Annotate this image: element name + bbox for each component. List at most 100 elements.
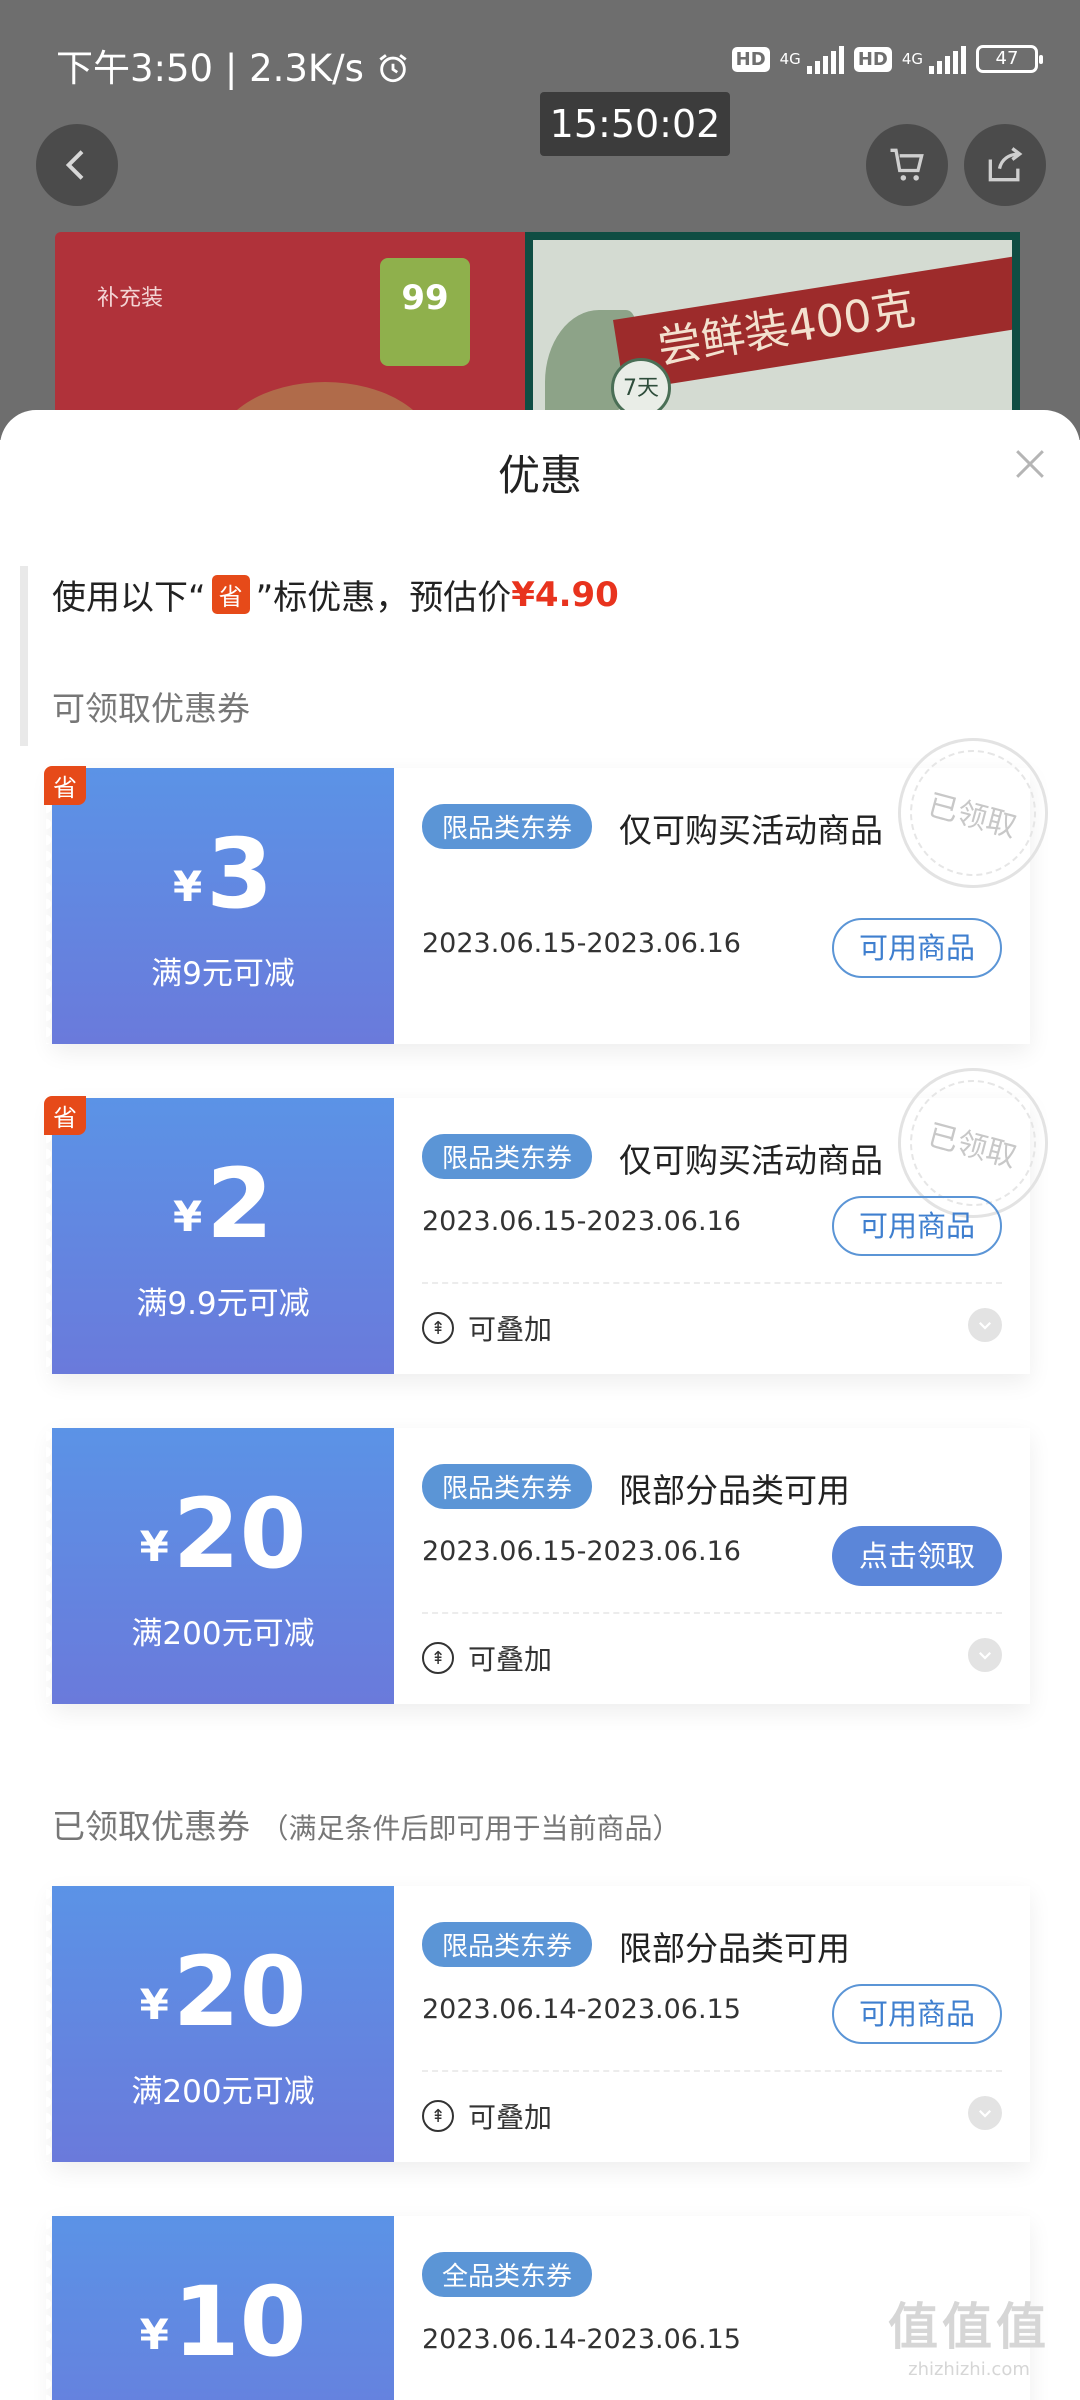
currency-symbol: ¥ [139, 1980, 169, 2029]
estimated-price: ¥4.90 [511, 574, 619, 615]
watermark-url: zhizhizhi.com [908, 2359, 1030, 2380]
chevron-down-icon [978, 2109, 992, 2118]
network-label: 4G [779, 50, 801, 68]
coupon-amount: ¥3 [52, 824, 394, 924]
sheng-corner-badge: 省 [44, 766, 86, 805]
coupon-card: 省 ¥2 满9.9元可减 已领取 限品类东券 仅可购买活动商品 2023.06.… [44, 1051, 1065, 1374]
sheet-title: 优惠 [497, 451, 582, 500]
coupon-type-tag: 全品类东券 [422, 2252, 593, 2297]
coupon-condition: 满200元可减 [131, 1616, 315, 1652]
hint-prefix: 使用以下“ [52, 578, 206, 618]
share-icon [988, 147, 1023, 182]
coupon-amount: ¥10 [52, 2272, 394, 2372]
view-products-button[interactable]: 可用商品 [832, 1984, 1002, 2044]
section-title-claimed: 已领取优惠券 （满足条件后即可用于当前商品） [52, 1800, 681, 1848]
coupon-divider [422, 2070, 1002, 2072]
coupon-value-panel: ¥10 [46, 2216, 394, 2400]
section-note: （满足条件后即可用于当前商品） [260, 1812, 681, 1845]
stack-icon: ⇞ [422, 1642, 454, 1674]
coupon-date: 2023.06.14-2023.06.15 [422, 2324, 741, 2355]
coupon-amount: ¥20 [52, 1484, 394, 1584]
claim-coupon-button[interactable]: 点击领取 [832, 1526, 1002, 1586]
coupon-value-panel: ¥20 满200元可减 [46, 1886, 394, 2162]
close-icon[interactable] [1008, 442, 1052, 486]
coupon-divider [422, 1612, 1002, 1614]
coupon-date: 2023.06.15-2023.06.16 [422, 1536, 741, 1567]
coupon-amount-value: 10 [172, 2266, 307, 2378]
coupon-description: 仅可购买活动商品 [619, 811, 883, 850]
alarm-icon [379, 54, 407, 83]
coupon-info: 已领取 限品类东券 仅可购买活动商品 2023.06.15-2023.06.16… [394, 1051, 1065, 1374]
coupon-description: 限部分品类可用 [619, 1471, 850, 1510]
currency-symbol: ¥ [139, 2310, 169, 2359]
product-ribbon: 尝鲜装400克 [613, 246, 1012, 392]
view-products-button[interactable]: 可用商品 [832, 1196, 1002, 1256]
coupon-info: 已领取 限品类东券 仅可购买活动商品 2023.06.15-2023.06.16… [394, 721, 1065, 1044]
view-products-button[interactable]: 可用商品 [832, 918, 1002, 978]
cart-icon [890, 148, 924, 181]
sheng-corner-badge: 省 [44, 1096, 86, 1135]
price-hint: 使用以下“ 省 ”标优惠，预估价 ¥4.90 [52, 570, 619, 619]
coupon-condition: 满9元可减 [151, 956, 295, 992]
stackable-label: ⇞ 可叠加 [422, 2096, 552, 2136]
hint-divider [20, 566, 28, 746]
currency-symbol: ¥ [139, 1522, 169, 1571]
signal-icon [929, 44, 966, 74]
product-circle-label: 7天 [611, 358, 671, 418]
screen-recording-time: 15:50:02 [540, 92, 730, 156]
network-label: 4G [901, 50, 923, 68]
coupon-amount-value: 2 [206, 1148, 274, 1260]
hd-badge: HD [853, 46, 892, 72]
claimed-stamp: 已领取 [881, 721, 1065, 905]
coupon-card: 省 ¥3 满9元可减 已领取 限品类东券 仅可购买活动商品 2023.06.15… [44, 721, 1065, 1044]
stackable-text: 可叠加 [468, 2101, 553, 2134]
coupon-type-tag: 限品类东券 [422, 1464, 593, 1509]
status-text: 下午3:50 | 2.3K/s [56, 47, 364, 90]
coupon-divider [422, 1282, 1002, 1284]
chevron-down-icon [978, 1651, 992, 1660]
coupon-type-tag: 限品类东券 [422, 804, 593, 849]
coupon-condition: 满9.9元可减 [136, 1286, 310, 1322]
section-title-text: 已领取优惠券 [52, 1807, 250, 1846]
product-pack-left: 补充装 99 [55, 232, 525, 440]
stack-icon: ⇞ [422, 2100, 454, 2132]
section-title-available: 可领取优惠券 [52, 689, 250, 728]
cart-button[interactable] [866, 124, 948, 206]
expand-toggle[interactable] [968, 2096, 1002, 2130]
coupon-type-tag: 限品类东券 [422, 1134, 593, 1179]
currency-symbol: ¥ [172, 1192, 203, 1241]
product-image: 补充装 99 尝鲜装400克 7天 [55, 232, 1020, 440]
stack-icon: ⇞ [422, 1312, 454, 1344]
coupon-info: 限品类东券 限部分品类可用 2023.06.14-2023.06.15 可用商品… [394, 1886, 1030, 2162]
product-pack-right: 尝鲜装400克 7天 [525, 232, 1020, 440]
stackable-text: 可叠加 [468, 1643, 553, 1676]
coupon-description: 限部分品类可用 [619, 1929, 850, 1968]
sheng-badge: 省 [211, 575, 250, 614]
coupon-amount-value: 3 [206, 818, 274, 930]
back-button[interactable] [36, 124, 118, 206]
coupon-value-panel: ¥3 满9元可减 [46, 768, 394, 1044]
coupon-date: 2023.06.15-2023.06.16 [422, 1206, 741, 1237]
watermark-logo: 值值值 [888, 2298, 1050, 2356]
coupon-card: ¥20 满200元可减 限品类东券 限部分品类可用 2023.06.15-202… [46, 1428, 1030, 1704]
product-brand-text: 补充装 [97, 286, 164, 311]
chevron-left-icon [65, 150, 84, 180]
share-button[interactable] [964, 124, 1046, 206]
stackable-text: 可叠加 [468, 1313, 553, 1346]
coupon-amount: ¥20 [52, 1942, 394, 2042]
battery-icon: 47 [976, 45, 1043, 73]
coupon-condition: 满200元可减 [131, 2074, 315, 2110]
coupon-type-tag: 限品类东券 [422, 1922, 593, 1967]
stackable-label: ⇞ 可叠加 [422, 1638, 552, 1678]
hint-suffix: ”标优惠，预估价 [255, 578, 512, 618]
expand-toggle[interactable] [968, 1308, 1002, 1342]
coupon-value-panel: ¥2 满9.9元可减 [46, 1098, 394, 1374]
chevron-down-icon [978, 1321, 992, 1330]
coupon-amount-value: 20 [172, 1478, 307, 1590]
expand-toggle[interactable] [968, 1638, 1002, 1672]
status-icons: HD 4G HD 4G 47 [731, 44, 1043, 74]
coupon-value-panel: ¥20 满200元可减 [46, 1428, 394, 1704]
currency-symbol: ¥ [172, 862, 203, 911]
coupon-sheet: 优惠 使用以下“ 省 ”标优惠，预估价 ¥4.90 可领取优惠券 省 ¥3 满9… [0, 410, 1080, 2400]
signal-icon [806, 44, 844, 74]
